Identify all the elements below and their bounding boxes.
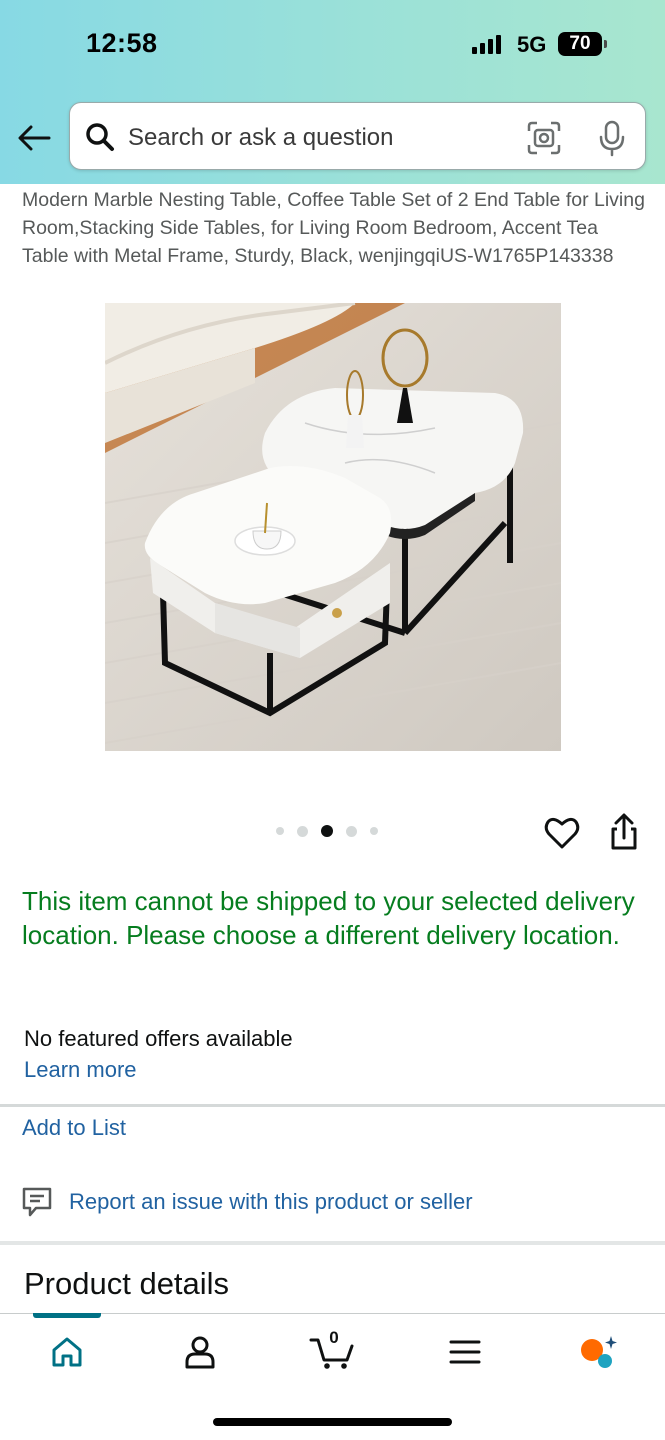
menu-icon — [449, 1340, 481, 1364]
nav-home[interactable] — [45, 1332, 89, 1372]
search-icon — [86, 123, 114, 151]
nav-menu[interactable] — [443, 1332, 487, 1372]
image-carousel-indicator[interactable] — [276, 825, 378, 837]
home-icon — [52, 1337, 82, 1367]
nav-cart[interactable]: 0 — [308, 1328, 358, 1372]
app-header: 12:58 5G 70 Search or ask a question — [0, 0, 665, 184]
add-to-list-link[interactable]: Add to List — [22, 1115, 126, 1141]
back-button[interactable] — [14, 118, 54, 158]
shipping-unavailable-message: This item cannot be shipped to your sele… — [22, 886, 635, 950]
product-title[interactable]: Modern Marble Nesting Table, Coffee Tabl… — [22, 186, 647, 270]
add-to-wishlist-button[interactable] — [543, 814, 581, 852]
back-arrow-icon — [18, 125, 51, 151]
carousel-dot[interactable] — [370, 827, 378, 835]
report-issue-link[interactable]: Report an issue with this product or sel… — [69, 1189, 473, 1215]
search-placeholder: Search or ask a question — [128, 124, 394, 151]
search-input[interactable]: Search or ask a question — [69, 102, 646, 170]
signal-icon — [472, 34, 501, 54]
home-indicator — [213, 1418, 452, 1426]
carousel-dot-active[interactable] — [321, 825, 333, 837]
heart-icon — [544, 817, 580, 849]
battery-icon: 70 — [558, 32, 607, 56]
share-button[interactable] — [605, 812, 643, 852]
battery-level: 70 — [569, 33, 591, 54]
network-type: 5G — [517, 32, 547, 57]
active-tab-indicator — [33, 1313, 101, 1318]
share-icon — [611, 813, 637, 850]
carousel-dot[interactable] — [346, 825, 357, 837]
carousel-dot[interactable] — [276, 827, 284, 835]
product-image[interactable] — [105, 303, 561, 751]
carousel-dot[interactable] — [297, 825, 308, 837]
status-time: 12:58 — [86, 28, 158, 58]
divider — [0, 1104, 665, 1107]
status-bar: 12:58 5G 70 — [0, 0, 665, 92]
learn-more-link[interactable]: Learn more — [24, 1057, 137, 1083]
no-featured-offers-text: No featured offers available — [24, 1026, 293, 1051]
divider — [0, 1241, 665, 1245]
nav-account[interactable] — [178, 1332, 222, 1372]
cart-count: 0 — [329, 1328, 339, 1347]
person-icon — [185, 1336, 215, 1369]
product-details-heading: Product details — [24, 1266, 230, 1301]
rufus-icon — [581, 1336, 617, 1368]
product-photo — [105, 303, 561, 751]
nav-rufus[interactable] — [576, 1332, 620, 1372]
report-flag-icon — [22, 1187, 52, 1217]
camera-scan-icon[interactable] — [526, 120, 562, 156]
microphone-icon[interactable] — [592, 118, 632, 158]
